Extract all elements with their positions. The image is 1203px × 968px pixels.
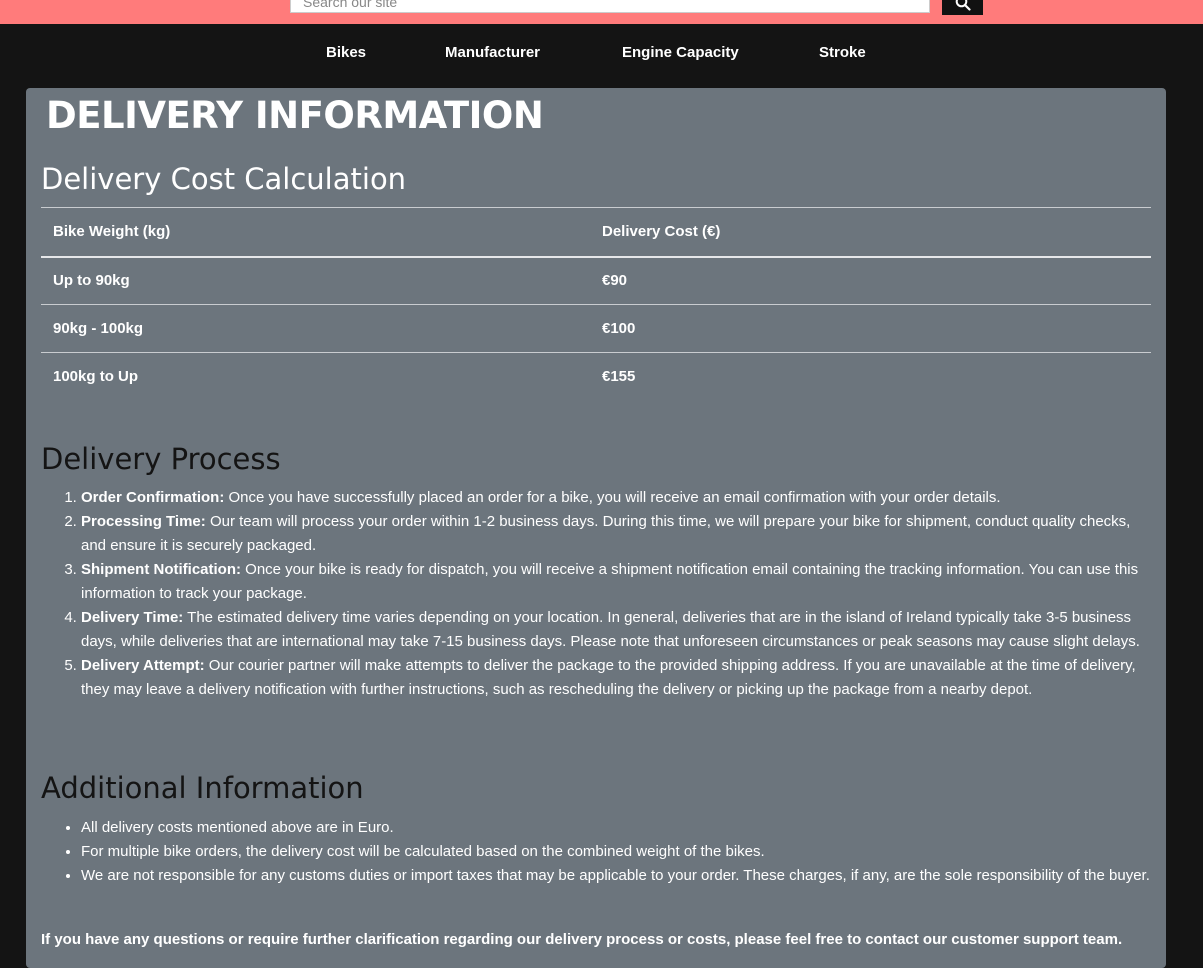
- list-item: For multiple bike orders, the delivery c…: [81, 840, 1151, 864]
- step-title: Delivery Time:: [81, 609, 184, 626]
- search-bar: [290, 0, 984, 15]
- step-title: Shipment Notification:: [81, 561, 241, 578]
- main-nav: Bikes Manufacturer Engine Capacity Strok…: [0, 24, 1203, 82]
- nav-item-stroke[interactable]: Stroke: [819, 44, 866, 61]
- contact-note: If you have any questions or require fur…: [41, 931, 1123, 948]
- weight-cell: 90kg - 100kg: [41, 304, 590, 353]
- list-item: Order Confirmation: Once you have succes…: [81, 486, 1151, 510]
- delivery-cost-heading: Delivery Cost Calculation: [41, 162, 407, 196]
- column-header-weight: Bike Weight (kg): [41, 207, 590, 258]
- nav-item-engine-capacity[interactable]: Engine Capacity: [622, 44, 739, 61]
- step-title: Processing Time:: [81, 513, 206, 530]
- step-text: Once you have successfully placed an ord…: [224, 489, 1001, 506]
- nav-item-manufacturer[interactable]: Manufacturer: [445, 44, 540, 61]
- step-text: The estimated delivery time varies depen…: [81, 609, 1140, 650]
- weight-cell: 100kg to Up: [53, 368, 139, 386]
- column-header-cost: Delivery Cost (€): [590, 207, 1151, 258]
- content-panel: DELIVERY INFORMATION Delivery Cost Calcu…: [26, 88, 1166, 968]
- nav-item-bikes[interactable]: Bikes: [326, 44, 366, 61]
- list-item: All delivery costs mentioned above are i…: [81, 816, 1151, 840]
- table-row: Up to 90kg €90: [41, 256, 1151, 305]
- table-header-row: Bike Weight (kg) Delivery Cost (€): [41, 207, 1151, 258]
- delivery-cost-table: Bike Weight (kg) Delivery Cost (€) Up to…: [41, 207, 1151, 401]
- search-icon: [955, 0, 971, 11]
- list-item: Shipment Notification: Once your bike is…: [81, 558, 1151, 606]
- cost-cell: €90: [590, 256, 1151, 305]
- search-input[interactable]: [290, 0, 930, 13]
- delivery-process-list: Order Confirmation: Once you have succes…: [41, 486, 1151, 702]
- step-text: Our team will process your order within …: [81, 513, 1131, 554]
- table-row: 90kg - 100kg €100: [41, 304, 1151, 353]
- weight-cell: Up to 90kg: [41, 256, 590, 305]
- page-title: DELIVERY INFORMATION: [46, 94, 544, 137]
- delivery-process-heading: Delivery Process: [41, 442, 281, 476]
- step-title: Order Confirmation:: [81, 489, 225, 506]
- list-item: Delivery Attempt: Our courier partner wi…: [81, 654, 1151, 702]
- step-title: Delivery Attempt:: [81, 657, 205, 674]
- step-text: Our courier partner will make attempts t…: [81, 657, 1136, 698]
- additional-info-list: All delivery costs mentioned above are i…: [41, 816, 1151, 888]
- list-item: Delivery Time: The estimated delivery ti…: [81, 606, 1151, 654]
- list-item: Processing Time: Our team will process y…: [81, 510, 1151, 558]
- top-bar: [0, 0, 1203, 24]
- cost-cell: €155: [602, 368, 636, 386]
- table-row: 100kg to Up €155: [41, 353, 1151, 401]
- list-item: We are not responsible for any customs d…: [81, 864, 1151, 888]
- additional-info-heading: Additional Information: [41, 771, 364, 805]
- search-button[interactable]: [942, 0, 983, 15]
- cost-cell: €100: [590, 304, 1151, 353]
